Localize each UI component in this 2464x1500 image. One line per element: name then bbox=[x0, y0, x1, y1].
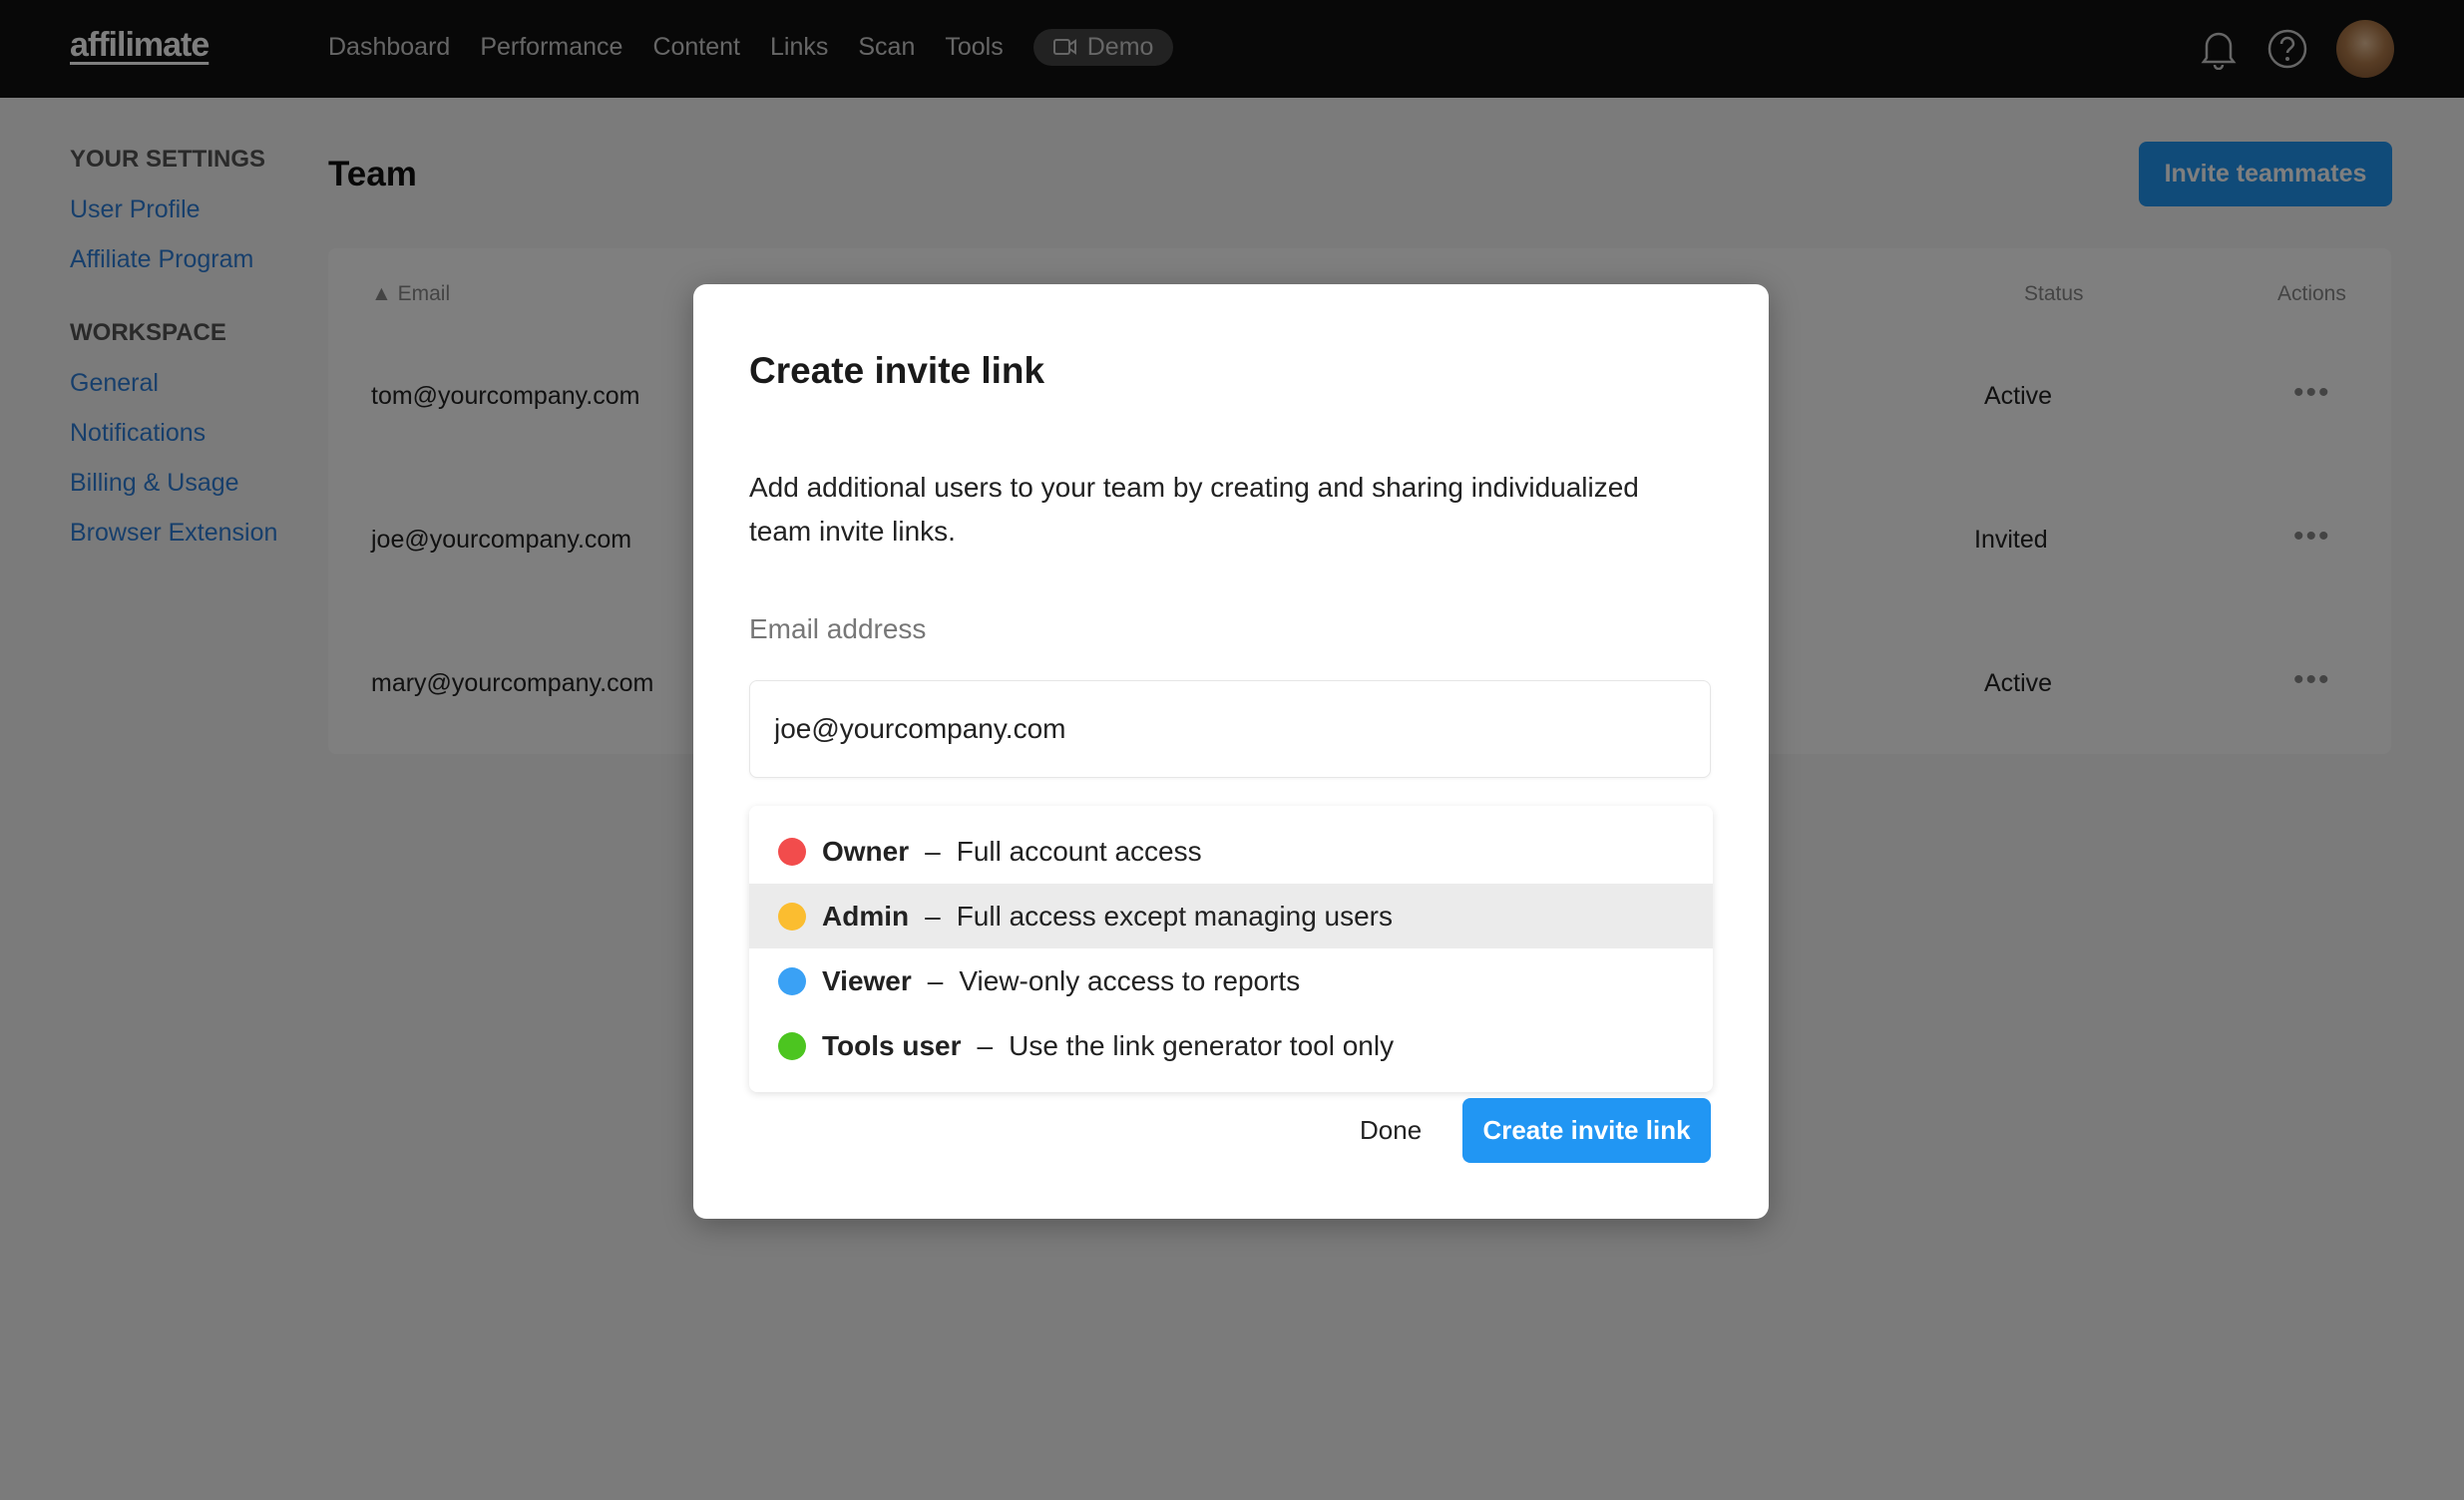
email-field[interactable] bbox=[749, 680, 1711, 778]
email-label: Email address bbox=[749, 613, 927, 644]
role-tools-user[interactable]: Tools user – Use the link generator tool o… bbox=[749, 1013, 1713, 1078]
create-invite-modal: Create invite link Add additional users … bbox=[693, 284, 1769, 1219]
create-invite-link-button[interactable]: Create invite link bbox=[1462, 1098, 1711, 1163]
role-viewer[interactable]: Viewer – View-only access to reports bbox=[749, 948, 1713, 1013]
modal-description: Add additional users to your team by cre… bbox=[749, 472, 1639, 547]
role-owner[interactable]: Owner – Full account access bbox=[749, 819, 1713, 884]
blue-dot-icon bbox=[778, 966, 806, 995]
green-dot-icon bbox=[778, 1031, 806, 1060]
modal-title: Create invite link bbox=[749, 350, 1045, 391]
role-list: Owner – Full account access Admin – Full acc… bbox=[749, 806, 1713, 1092]
role-admin[interactable]: Admin – Full access except managing users bbox=[749, 884, 1713, 948]
yellow-dot-icon bbox=[778, 902, 806, 931]
red-dot-icon bbox=[778, 837, 806, 866]
done-button[interactable]: Done bbox=[1360, 1098, 1422, 1163]
